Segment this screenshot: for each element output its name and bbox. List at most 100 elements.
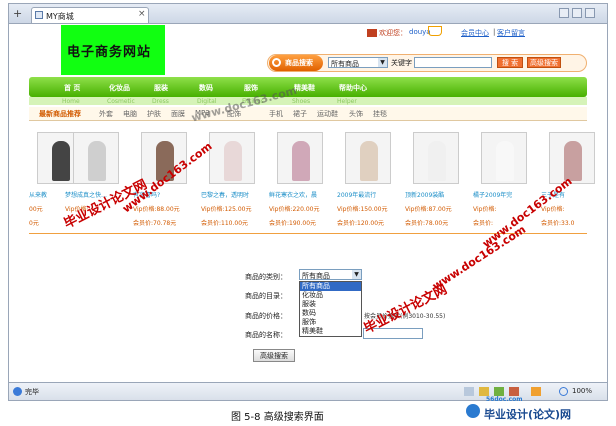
subcategory-link[interactable]: 头饰	[349, 109, 363, 119]
rss-icon	[531, 387, 541, 396]
product-vip-price: Vip价格:150.00元	[337, 206, 388, 213]
nav-item[interactable]: 数码	[199, 83, 213, 93]
chevron-down-icon: ▼	[378, 58, 387, 67]
nav-item-en: Shoes	[292, 98, 311, 105]
close-tab-icon[interactable]: ×	[138, 9, 146, 19]
nav-item-en: Cosmetic	[107, 98, 135, 105]
site-title: 电子商务网站	[67, 45, 152, 60]
category-option[interactable]: 精美鞋	[300, 327, 361, 336]
keyword-input[interactable]	[414, 57, 492, 68]
product-member-price: 会员价:	[473, 220, 494, 227]
magnifier-icon	[272, 58, 281, 67]
product-figure	[224, 141, 242, 181]
category-select[interactable]: 所有商品 ▼	[299, 269, 362, 280]
category-option[interactable]: 化妆品	[300, 291, 361, 300]
product-image[interactable]	[413, 132, 459, 184]
nav-item[interactable]: 服饰	[244, 83, 258, 93]
nav-item-en: Dress	[152, 98, 169, 105]
tab-my-shop[interactable]: MY商城 ×	[31, 7, 149, 23]
product-member-price: 会员价:70.78元	[133, 220, 177, 227]
search-label-badge: 商品搜索	[269, 55, 323, 71]
product-figure	[52, 141, 70, 181]
search-button[interactable]: 搜 索	[497, 57, 523, 68]
product-figure	[292, 141, 310, 181]
category-option[interactable]: 所有商品	[300, 282, 361, 291]
category-dropdown[interactable]: 所有商品 化妆品 服装 数码 服饰 精美鞋	[299, 281, 362, 337]
product-figure	[88, 141, 106, 181]
chevron-down-icon: ▼	[352, 270, 361, 279]
tab-title: MY商城	[46, 12, 74, 21]
zoom-level[interactable]: 100%	[572, 387, 592, 395]
popup-icon	[509, 387, 519, 396]
product-vip-price: Vip价格:125.00元	[201, 206, 252, 213]
window-close-icon[interactable]	[585, 8, 595, 18]
tab-bar: + MY商城 ×	[9, 4, 607, 24]
user-center-link[interactable]: 会员中心	[461, 28, 489, 38]
footer-logo-text: 毕业设计(论文)网	[484, 408, 572, 421]
product-image[interactable]	[481, 132, 527, 184]
product-name[interactable]: 顶新2009装酷	[405, 190, 444, 199]
page-status-icon	[13, 387, 22, 396]
site-logo-block: 电子商务网站	[61, 25, 165, 75]
product-member-price: 会员价:190.00元	[269, 220, 317, 227]
subcategory-link[interactable]: 外套	[99, 109, 113, 119]
nav-item[interactable]: 化妆品	[109, 83, 130, 93]
name-label: 商品的名称：	[245, 331, 287, 339]
subcategory-link[interactable]: 裙子	[293, 109, 307, 119]
category-option[interactable]: 服饰	[300, 318, 361, 327]
subcategory-link[interactable]: 面膜	[171, 109, 185, 119]
advanced-search-button[interactable]: 高级搜索	[527, 57, 561, 68]
product-name[interactable]: 橘子2009年完	[473, 190, 512, 199]
product-vip-price: Vip价格:	[473, 206, 497, 213]
price-label: 商品的价格：	[245, 312, 287, 320]
product-member-price: 会员价:78.00元	[405, 220, 449, 227]
product-image[interactable]	[209, 132, 255, 184]
product-vip-price: Vip价格:220.00元	[269, 206, 320, 213]
advanced-search-submit[interactable]: 高级搜索	[253, 349, 295, 362]
product-image[interactable]	[277, 132, 323, 184]
customer-message-link[interactable]: 客户留言	[497, 28, 525, 38]
product-image[interactable]	[345, 132, 391, 184]
new-tab-icon[interactable]: +	[13, 8, 24, 19]
product-name[interactable]: 从来教	[29, 190, 47, 199]
subcategory-link[interactable]: 电脑	[123, 109, 137, 119]
keyword-label: 关键字	[391, 59, 412, 67]
product-member-price: 会员价:110.00元	[201, 220, 249, 227]
category-option[interactable]: 服装	[300, 300, 361, 309]
product-vip-price: Vip价格:87.00元	[405, 206, 452, 213]
subcategory-link[interactable]: 挂毯	[373, 109, 387, 119]
subcategory-link[interactable]: 手机	[269, 109, 283, 119]
window-minimize-icon[interactable]	[559, 8, 569, 18]
window-maximize-icon[interactable]	[572, 8, 582, 18]
product-name[interactable]: 鲜花寒衣之欢，晨	[269, 190, 317, 199]
category-option[interactable]: 数码	[300, 309, 361, 318]
promo-row: 最新商品推荐 外套 电脑 护肤 面膜 MP3 配饰 手机 裙子 运动鞋 头饰 挂毯	[29, 107, 587, 121]
nav-item[interactable]: 首 页	[64, 83, 80, 93]
nav-item[interactable]: 帮助中心	[339, 83, 367, 93]
subcategory-link[interactable]: 护肤	[147, 109, 161, 119]
nav-item-en: Helper	[337, 98, 357, 105]
product-image[interactable]	[73, 132, 119, 184]
product-member-price: 0元	[29, 220, 39, 227]
cart-icon[interactable]	[428, 26, 442, 36]
search-label: 商品搜索	[285, 59, 313, 67]
category-label: 商品的类别：	[245, 273, 287, 281]
product-name[interactable]: 巴黎之春，透明时	[201, 190, 249, 199]
product-member-price: 会员价:120.00元	[337, 220, 385, 227]
product-image[interactable]	[549, 132, 595, 184]
nav-item-en: Home	[62, 98, 80, 105]
subcategory-link[interactable]: 运动鞋	[317, 109, 338, 119]
figure-caption: 图 5-8 高级搜索界面	[231, 412, 324, 423]
page-icon	[35, 11, 43, 19]
product-name[interactable]: 2009年最流行	[337, 190, 376, 199]
status-text: 完毕	[25, 388, 39, 396]
footer-logo: 56doc.com 毕业设计(论文)网	[466, 396, 611, 422]
security-icon	[479, 387, 489, 396]
nav-item[interactable]: 服装	[154, 83, 168, 93]
footer-logo-icon	[466, 404, 480, 418]
search-category-select[interactable]: 所有商品 ▼	[328, 57, 388, 68]
product-vip-price: 00元	[29, 206, 43, 213]
zoom-icon[interactable]	[559, 387, 568, 396]
product-figure	[496, 141, 514, 181]
product-figure	[428, 141, 446, 181]
